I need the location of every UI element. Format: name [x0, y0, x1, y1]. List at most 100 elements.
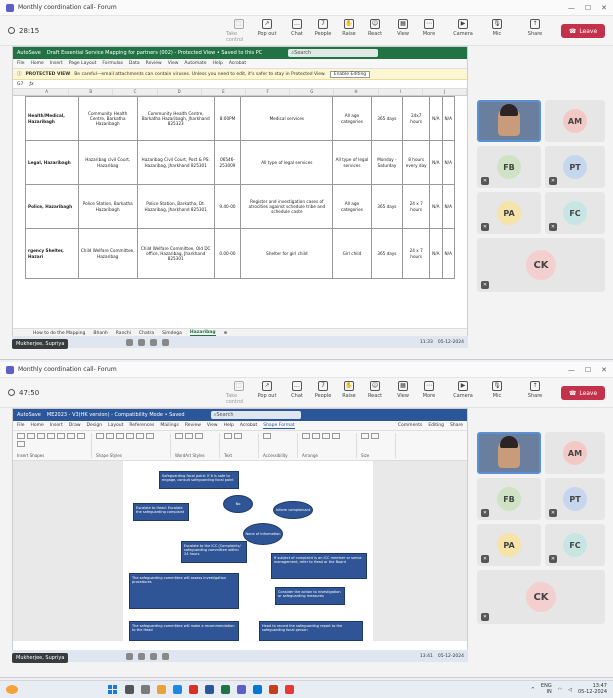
language-indicator[interactable]: ENG IN: [541, 683, 552, 695]
cell[interactable]: 24x7 hours: [402, 96, 431, 141]
cell[interactable]: N/A: [429, 228, 443, 279]
wifi-icon[interactable]: ◠: [558, 687, 562, 693]
flowchart-box[interactable]: Head to record the safeguarding report t…: [259, 621, 363, 641]
menu-item[interactable]: Home: [31, 61, 44, 66]
mic-button[interactable]: 🎙 Mic: [484, 381, 510, 399]
search-box[interactable]: ⌕ Search: [288, 49, 379, 57]
view-button[interactable]: ▦ View: [390, 381, 416, 399]
cell[interactable]: Community Health Centre, Barkatha Hazari…: [77, 96, 138, 141]
chat-button[interactable]: … Chat: [284, 381, 310, 399]
column-header[interactable]: J: [423, 89, 467, 95]
take-control-button[interactable]: ⬚ Take control: [226, 19, 252, 43]
leave-button[interactable]: ☎ Leave: [561, 24, 605, 38]
cell[interactable]: Hazaribag Civil Court, Post & PS: Hazari…: [136, 140, 215, 185]
self-video-tile[interactable]: [477, 100, 541, 142]
flowchart-oval[interactable]: None of information: [243, 523, 283, 545]
outlook-icon[interactable]: [253, 685, 262, 694]
cell[interactable]: Monday - Saturday: [370, 140, 404, 185]
editing-button[interactable]: Editing: [428, 423, 444, 428]
participant-tile[interactable]: FC ✕: [545, 524, 605, 566]
menu-item[interactable]: Acrobat: [229, 61, 246, 66]
document-page[interactable]: Safeguarding focal point: If it is safe …: [123, 461, 373, 641]
file-explorer-icon[interactable]: [157, 685, 166, 694]
cell[interactable]: N/A: [441, 96, 456, 141]
system-clock[interactable]: 13:47 05-12-2024: [578, 683, 607, 695]
column-header[interactable]: H: [334, 89, 379, 95]
camera-button[interactable]: ▶ Camera: [450, 19, 476, 37]
column-header[interactable]: E: [202, 89, 247, 95]
cell[interactable]: Girl child: [332, 228, 372, 279]
chevron-up-icon[interactable]: ^: [531, 687, 535, 693]
cell[interactable]: Medical services: [240, 96, 334, 141]
participant-tile[interactable]: PT ✕: [545, 478, 605, 520]
column-header[interactable]: A: [25, 89, 70, 95]
search-box[interactable]: ⌕ Search: [210, 411, 301, 419]
search-icon[interactable]: [125, 685, 134, 694]
cell[interactable]: 365 days: [370, 96, 404, 141]
sheet-tab[interactable]: How to do the Mapping: [33, 331, 85, 336]
sheet-tab[interactable]: Chatra: [139, 331, 154, 336]
column-header[interactable]: G: [290, 89, 335, 95]
mic-button[interactable]: 🎙 Mic: [484, 19, 510, 37]
menu-item[interactable]: Draw: [69, 423, 81, 428]
menu-item[interactable]: Help: [224, 423, 234, 428]
participant-tile[interactable]: FC ✕: [545, 192, 605, 234]
menu-item[interactable]: View: [168, 61, 179, 66]
cell[interactable]: 24 x 7 hours: [402, 228, 431, 279]
teams-icon[interactable]: [237, 685, 246, 694]
menu-item[interactable]: Data: [129, 61, 140, 66]
column-header[interactable]: C: [113, 89, 158, 95]
sheet-tab[interactable]: Simdega: [162, 331, 182, 336]
cell[interactable]: All type of legal services: [240, 140, 334, 185]
cell[interactable]: N/A: [429, 184, 443, 229]
chrome-icon[interactable]: [189, 685, 198, 694]
excel-icon[interactable]: [221, 685, 230, 694]
task-view-icon[interactable]: [141, 685, 150, 694]
cell[interactable]: 365 days: [370, 184, 404, 229]
participant-tile[interactable]: FB ✕: [477, 146, 541, 188]
minimize-icon[interactable]: —: [568, 4, 575, 12]
cell[interactable]: Legal, Hazaribagh: [25, 140, 79, 185]
word-share-button[interactable]: Share: [450, 423, 463, 428]
people-button[interactable]: 7 People: [310, 19, 336, 37]
menu-item[interactable]: Layout: [108, 423, 123, 428]
cell[interactable]: Police, Hazaribagh: [25, 184, 79, 229]
cell[interactable]: 365 days: [370, 228, 404, 279]
speaker-icon[interactable]: ◁: [568, 687, 572, 693]
maximize-icon[interactable]: ☐: [585, 4, 591, 12]
flowchart-box[interactable]: The safeguarding committee will make a r…: [129, 621, 239, 641]
cell[interactable]: Shelter for girl child: [240, 228, 334, 279]
windows-start-icon[interactable]: [108, 685, 117, 694]
menu-item[interactable]: Home: [31, 423, 44, 428]
cell[interactable]: 06546-253009: [213, 140, 242, 185]
sheet-tab[interactable]: Ranchi: [116, 331, 131, 336]
menu-item[interactable]: References: [129, 423, 154, 428]
flowchart-box[interactable]: If subject of complaint is an ICC member…: [271, 553, 367, 579]
menu-item[interactable]: Acrobat: [240, 423, 257, 428]
participant-tile[interactable]: FB ✕: [477, 478, 541, 520]
camera-button[interactable]: ▶ Camera: [450, 381, 476, 399]
menu-item[interactable]: Insert: [50, 423, 63, 428]
cell[interactable]: Hazaribag civil Court, Hazaribag: [77, 140, 138, 185]
participant-tile[interactable]: CK ✕: [477, 238, 605, 292]
flowchart-box[interactable]: Escalate to the ICC (Complaints/ safegua…: [181, 541, 247, 563]
acrobat-icon[interactable]: [285, 685, 294, 694]
column-header[interactable]: I: [379, 89, 423, 95]
close-icon[interactable]: ✕: [601, 366, 607, 374]
maximize-icon[interactable]: ☐: [585, 366, 591, 374]
cell[interactable]: Police Station, Barkatha Hazaribagh: [77, 184, 138, 229]
menu-item[interactable]: Review: [185, 423, 201, 428]
close-icon[interactable]: ✕: [601, 4, 607, 12]
column-header[interactable]: B: [69, 89, 114, 95]
raise-hand-button[interactable]: ✋ Raise: [336, 19, 362, 37]
share-button[interactable]: ↑ Share: [522, 381, 548, 399]
pop-out-button[interactable]: ↗ Pop out: [254, 381, 280, 399]
powerpoint-icon[interactable]: [269, 685, 278, 694]
cell[interactable]: 0.00-00: [213, 228, 242, 279]
flowchart-box[interactable]: Consider the action to investigation or …: [275, 587, 345, 605]
take-control-button[interactable]: ⬚ Take control: [226, 381, 252, 405]
cell[interactable]: Health/Medical, Hazaribagh: [25, 96, 79, 141]
participant-tile[interactable]: AM: [545, 100, 605, 142]
participant-tile[interactable]: PT ✕: [545, 146, 605, 188]
self-video-tile[interactable]: [477, 432, 541, 474]
